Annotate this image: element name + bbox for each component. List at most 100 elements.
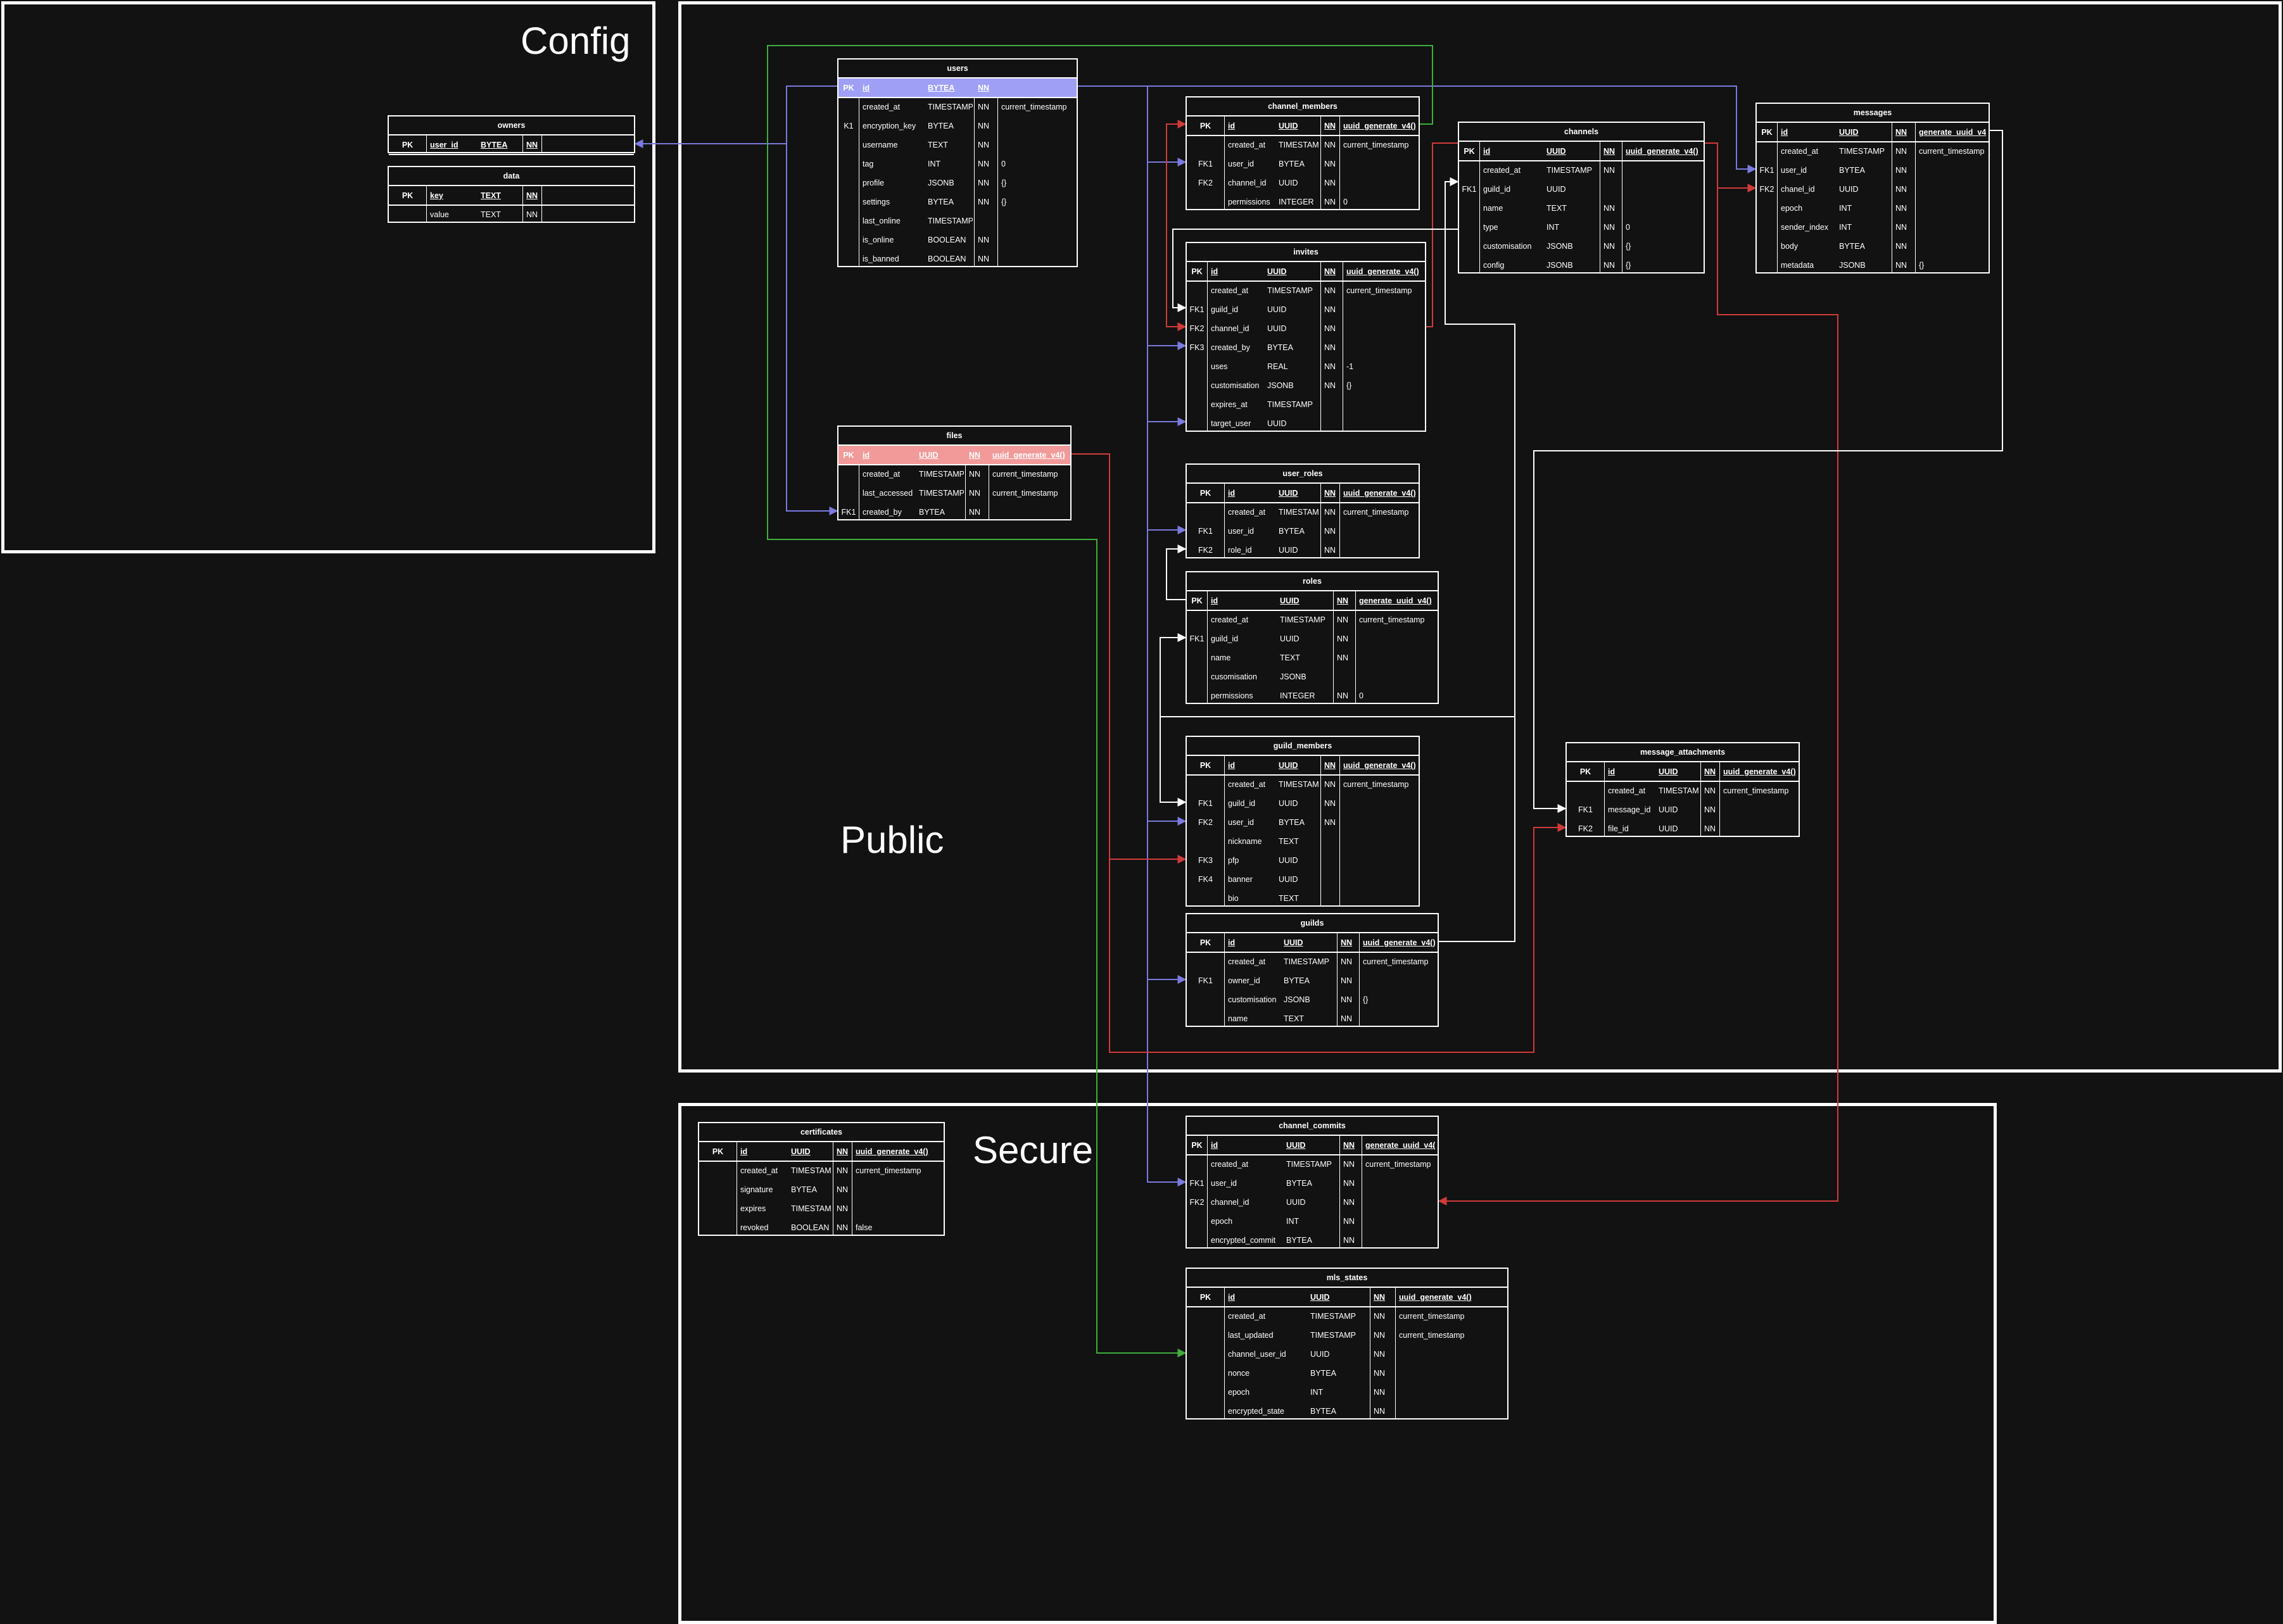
table-row[interactable]: FK1 guild_id UUID NN	[1187, 794, 1419, 813]
table-row[interactable]: created_at TIMESTAMP NN current_timestamp	[838, 98, 1077, 116]
table-files[interactable]: files PK id UUID NN uuid_generate_v4() created…	[837, 425, 1072, 520]
table-row[interactable]: uses REAL NN -1	[1187, 357, 1425, 376]
table-row[interactable]: PK id UUID NN uuid_generate_v4()	[1187, 1288, 1507, 1307]
table-row[interactable]: expires_at TIMESTAMP	[1187, 395, 1425, 414]
table-row[interactable]: FK1 user_id BYTEA NN	[1187, 522, 1419, 541]
table-row[interactable]: permissions INTEGER NN 0	[1187, 192, 1419, 211]
table-guilds[interactable]: guilds PK id UUID NN uuid_generate_v4() create…	[1186, 913, 1439, 1027]
table-mls-states[interactable]: mls_states PK id UUID NN uuid_generate_v4() cr…	[1186, 1268, 1508, 1419]
table-row[interactable]: revoked BOOLEAN NN false	[699, 1218, 944, 1237]
table-row[interactable]: epoch INT NN	[1187, 1212, 1438, 1231]
table-row[interactable]: FK2 file_id UUID NN	[1567, 819, 1799, 838]
table-invites[interactable]: invites PK id UUID NN uuid_generate_v4() creat…	[1186, 242, 1426, 432]
table-message-attachments[interactable]: message_attachments PK id UUID NN uuid_genera…	[1565, 742, 1800, 837]
table-row[interactable]: created_at TIMESTAMP NN current_timestamp	[1187, 610, 1438, 629]
table-row[interactable]: cusomisation JSONB	[1187, 667, 1438, 686]
table-row[interactable]: K1 encryption_key BYTEA NN	[838, 116, 1077, 135]
table-roles[interactable]: roles PK id UUID NN generate_uuid_v4() created…	[1186, 571, 1439, 704]
table-row[interactable]: name TEXT NN	[1459, 199, 1704, 218]
table-row[interactable]: FK1 message_id UUID NN	[1567, 800, 1799, 819]
table-certificates[interactable]: certificates PK id UUID NN uuid_generate_v4()…	[698, 1122, 945, 1236]
table-row[interactable]: FK1 user_id BYTEA NN	[1757, 161, 1989, 180]
table-row[interactable]: created_at TIMESTAMP NN current_timestamp	[838, 465, 1070, 484]
table-row[interactable]: PK id UUID NN uuid_generate_v4()	[1187, 262, 1425, 281]
table-row[interactable]: last_accessed TIMESTAMP NN current_timestam…	[838, 484, 1070, 503]
table-row[interactable]: created_at TIMESTAMP NN current_timestamp	[1757, 142, 1989, 161]
table-row[interactable]: PK id UUID NN uuid_generate_v4()	[1187, 933, 1438, 952]
table-row[interactable]: target_user UUID	[1187, 414, 1425, 433]
table-row[interactable]: customisation JSONB NN {}	[1187, 376, 1425, 395]
table-row[interactable]: value TEXT NN	[389, 205, 634, 224]
table-row[interactable]: PK id UUID NN uuid_generate_v4()	[1567, 762, 1799, 781]
table-row[interactable]: PK id UUID NN generate_uuid_v4()	[1757, 123, 1989, 142]
table-row[interactable]: created_at TIMESTAMP NN current_timestamp	[699, 1161, 944, 1180]
table-channel-members[interactable]: channel_members PK id UUID NN uuid_generate_v…	[1186, 96, 1420, 210]
table-row[interactable]: is_online BOOLEAN NN	[838, 230, 1077, 249]
table-row[interactable]: epoch INT NN	[1757, 199, 1989, 218]
table-row[interactable]: PK id UUID NN uuid_generate_v4()	[838, 446, 1070, 465]
table-row[interactable]: FK1 user_id BYTEA NN	[1187, 154, 1419, 173]
table-row[interactable]: PK id UUID NN generate_uuid_v4()	[1187, 1136, 1438, 1155]
table-row[interactable]: customisation JSONB NN {}	[1187, 990, 1438, 1009]
table-row[interactable]: encrypted_state BYTEA NN	[1187, 1402, 1507, 1421]
table-row[interactable]: FK2 channel_id UUID NN	[1187, 319, 1425, 338]
table-row[interactable]: PK id UUID NN uuid_generate_v4()	[1459, 142, 1704, 161]
table-row[interactable]: FK2 channel_id UUID NN	[1187, 1193, 1438, 1212]
table-row[interactable]: FK2 channel_id UUID NN	[1187, 173, 1419, 192]
table-row[interactable]: settings BYTEA NN {}	[838, 192, 1077, 211]
table-row[interactable]: nonce BYTEA NN	[1187, 1364, 1507, 1383]
table-row[interactable]: username TEXT NN	[838, 135, 1077, 154]
table-row[interactable]: FK3 created_by BYTEA NN	[1187, 338, 1425, 357]
table-row[interactable]: body BYTEA NN	[1757, 237, 1989, 256]
table-row[interactable]: created_at TIMESTAMP NN current_timestamp	[1187, 952, 1438, 971]
table-messages[interactable]: messages PK id UUID NN generate_uuid_v4() crea…	[1755, 103, 1990, 274]
table-row[interactable]: created_at TIMESTAMP NN current_timestamp	[1187, 503, 1419, 522]
table-row[interactable]: FK1 guild_id UUID NN	[1187, 629, 1438, 648]
table-row[interactable]: created_at TIMESTAMP NN current_timestamp	[1567, 781, 1799, 800]
table-row[interactable]: type INT NN 0	[1459, 218, 1704, 237]
table-row[interactable]: FK1 created_by BYTEA NN	[838, 503, 1070, 522]
table-row[interactable]: customisation JSONB NN {}	[1459, 237, 1704, 256]
table-row[interactable]: PK user_id BYTEA NN	[389, 135, 634, 154]
table-row[interactable]: bio TEXT	[1187, 889, 1419, 908]
table-row[interactable]: PK id UUID NN uuid_generate_v4()	[1187, 484, 1419, 503]
table-row[interactable]: name TEXT NN	[1187, 1009, 1438, 1028]
table-row[interactable]: config JSONB NN {}	[1459, 256, 1704, 275]
table-row[interactable]: PK id UUID NN generate_uuid_v4()	[1187, 591, 1438, 610]
table-row[interactable]: nickname TEXT	[1187, 832, 1419, 851]
table-row[interactable]: PK id UUID NN uuid_generate_v4()	[1187, 756, 1419, 775]
table-row[interactable]: last_updated TIMESTAMP NN current_timestamp	[1187, 1326, 1507, 1345]
table-row[interactable]: FK3 pfp UUID	[1187, 851, 1419, 870]
table-row[interactable]: signature BYTEA NN	[699, 1180, 944, 1199]
table-row[interactable]: metadata JSONB NN {}	[1757, 256, 1989, 275]
table-row[interactable]: permissions INTEGER NN 0	[1187, 686, 1438, 705]
table-row[interactable]: created_at TIMESTAMP NN current_timestamp	[1187, 775, 1419, 794]
table-row[interactable]: last_online TIMESTAMP	[838, 211, 1077, 230]
table-row[interactable]: PK key TEXT NN	[389, 186, 634, 205]
table-row[interactable]: FK4 banner UUID	[1187, 870, 1419, 889]
table-row[interactable]: PK id UUID NN uuid_generate_v4()	[1187, 116, 1419, 135]
table-row[interactable]: created_at TIMESTAMP NN current_timestamp	[1187, 135, 1419, 154]
table-row[interactable]: is_banned BOOLEAN NN	[838, 249, 1077, 268]
table-row[interactable]: channel_user_id UUID NN	[1187, 1345, 1507, 1364]
table-users[interactable]: users PK id BYTEA NN created_at TIMESTAMP NN cur…	[837, 58, 1078, 267]
table-row[interactable]: FK2 role_id UUID NN	[1187, 541, 1419, 560]
table-row[interactable]: created_at TIMESTAMP NN	[1459, 161, 1704, 180]
table-user-roles[interactable]: user_roles PK id UUID NN uuid_generate_v4() cr…	[1186, 463, 1420, 558]
table-row[interactable]: created_at TIMESTAMP NN current_timestamp	[1187, 281, 1425, 300]
table-row[interactable]: FK1 owner_id BYTEA NN	[1187, 971, 1438, 990]
table-row[interactable]: tag INT NN 0	[838, 154, 1077, 173]
table-row[interactable]: encrypted_commit BYTEA NN	[1187, 1231, 1438, 1250]
table-owners[interactable]: owners PK user_id BYTEA NN	[388, 115, 635, 155]
table-data[interactable]: data PK key TEXT NN value TEXT NN	[388, 166, 635, 223]
table-row[interactable]: PK id UUID NN uuid_generate_v4()	[699, 1142, 944, 1161]
table-row[interactable]: FK1 user_id BYTEA NN	[1187, 1174, 1438, 1193]
table-row[interactable]: PK id BYTEA NN	[838, 79, 1077, 98]
table-row[interactable]: FK2 chanel_id UUID NN	[1757, 180, 1989, 199]
table-row[interactable]: FK2 user_id BYTEA NN	[1187, 813, 1419, 832]
table-channels[interactable]: channels PK id UUID NN uuid_generate_v4() crea…	[1458, 122, 1705, 274]
table-row[interactable]: FK1 guild_id UUID NN	[1187, 300, 1425, 319]
table-row[interactable]: name TEXT NN	[1187, 648, 1438, 667]
table-row[interactable]: FK1 guild_id UUID	[1459, 180, 1704, 199]
table-row[interactable]: epoch INT NN	[1187, 1383, 1507, 1402]
